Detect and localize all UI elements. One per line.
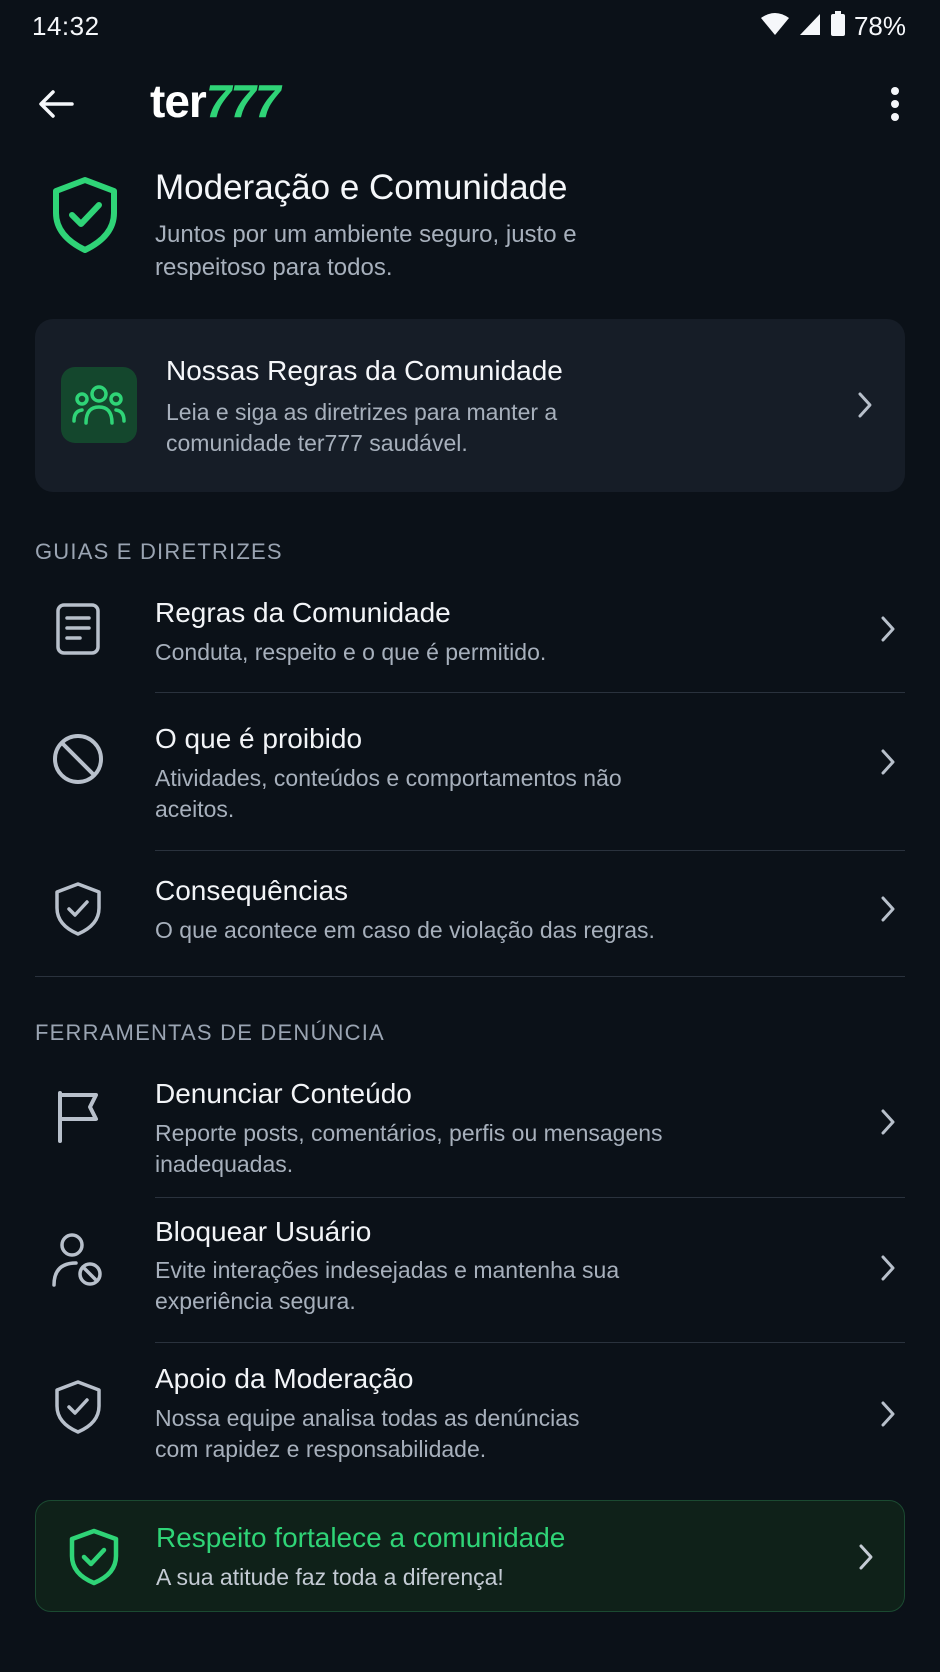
- section-label-reporting: FERRAMENTAS DE DENÚNCIA: [35, 1020, 385, 1045]
- chevron-right-icon: [876, 1252, 900, 1284]
- status-time: 14:32: [32, 10, 100, 41]
- item-title: Apoio da Moderação: [155, 1363, 414, 1394]
- item-title: Bloquear Usuário: [155, 1216, 372, 1247]
- page-title: Moderação e Comunidade: [155, 168, 568, 207]
- battery-icon: [830, 10, 846, 42]
- list-item-consequences[interactable]: Consequências O que acontece em caso de …: [0, 851, 940, 976]
- flag-icon: [48, 1086, 108, 1146]
- respect-banner[interactable]: Respeito fortalece a comunidade A sua at…: [35, 1500, 905, 1612]
- item-description: Conduta, respeito e o que é permitido.: [155, 639, 547, 665]
- item-title: Consequências: [155, 875, 349, 906]
- prohibited-icon: [48, 729, 108, 789]
- shield-check-icon: [48, 1377, 108, 1437]
- more-vertical-icon: [891, 87, 899, 121]
- back-button[interactable]: [34, 82, 78, 126]
- chevron-right-icon: [876, 613, 900, 645]
- rules-card-description: Leia e siga as diretrizes para manter a …: [166, 399, 558, 456]
- wifi-icon: [760, 12, 790, 41]
- banner-subtitle: A sua atitude faz toda a diferença!: [156, 1564, 504, 1590]
- item-description: Nossa equipe analisa todas as denúncias …: [155, 1405, 580, 1462]
- banner-title: Respeito fortalece a comunidade: [156, 1522, 566, 1553]
- item-description: Atividades, conteúdos e comportamentos n…: [155, 765, 622, 822]
- community-rules-card[interactable]: Nossas Regras da Comunidade Leia e siga …: [35, 319, 905, 492]
- item-description: Reporte posts, comentários, perfis ou me…: [155, 1120, 663, 1177]
- shield-check-icon: [64, 1525, 124, 1589]
- item-title: Regras da Comunidade: [155, 597, 451, 628]
- list-item-report-content[interactable]: Denunciar Conteúdo Reporte posts, coment…: [0, 1060, 940, 1197]
- page-subtitle: Juntos por um ambiente seguro, justo e r…: [155, 221, 577, 281]
- page-header: Moderação e Comunidade Juntos por um amb…: [0, 166, 940, 286]
- rules-card-title: Nossas Regras da Comunidade: [166, 355, 563, 386]
- shield-check-icon: [50, 176, 120, 254]
- item-title: Denunciar Conteúdo: [155, 1078, 412, 1109]
- item-description: O que acontece em caso de violação das r…: [155, 917, 655, 943]
- cellular-signal-icon: [798, 12, 822, 41]
- status-bar: 14:32 78%: [0, 0, 940, 52]
- shield-check-icon: [48, 879, 108, 939]
- list-item-prohibited[interactable]: O que é proibido Atividades, conteúdos e…: [0, 693, 940, 850]
- chevron-right-icon: [876, 746, 900, 778]
- section-label-guides: GUIAS E DIRETRIZES: [35, 539, 283, 564]
- app-bar: ter777: [0, 62, 940, 146]
- battery-percentage: 78%: [853, 10, 906, 41]
- item-description: Evite interações indesejadas e mantenha …: [155, 1257, 620, 1314]
- more-options-button[interactable]: [880, 80, 910, 128]
- app-logo: ter777: [150, 75, 281, 127]
- block-user-icon: [48, 1230, 108, 1290]
- chevron-right-icon: [853, 389, 877, 421]
- status-icons: 78%: [760, 10, 906, 42]
- list-item-community-rules[interactable]: Regras da Comunidade Conduta, respeito e…: [0, 575, 940, 692]
- list-item-moderation-support[interactable]: Apoio da Moderação Nossa equipe analisa …: [0, 1343, 940, 1483]
- community-icon: [61, 367, 137, 443]
- chevron-right-icon: [876, 893, 900, 925]
- chevron-right-icon: [876, 1106, 900, 1138]
- arrow-left-icon: [39, 90, 74, 118]
- chevron-right-icon: [854, 1541, 878, 1573]
- section-divider: [35, 976, 905, 977]
- list-item-block-user[interactable]: Bloquear Usuário Evite interações indese…: [0, 1198, 940, 1342]
- document-icon: [48, 599, 108, 659]
- item-title: O que é proibido: [155, 723, 363, 754]
- chevron-right-icon: [876, 1398, 900, 1430]
